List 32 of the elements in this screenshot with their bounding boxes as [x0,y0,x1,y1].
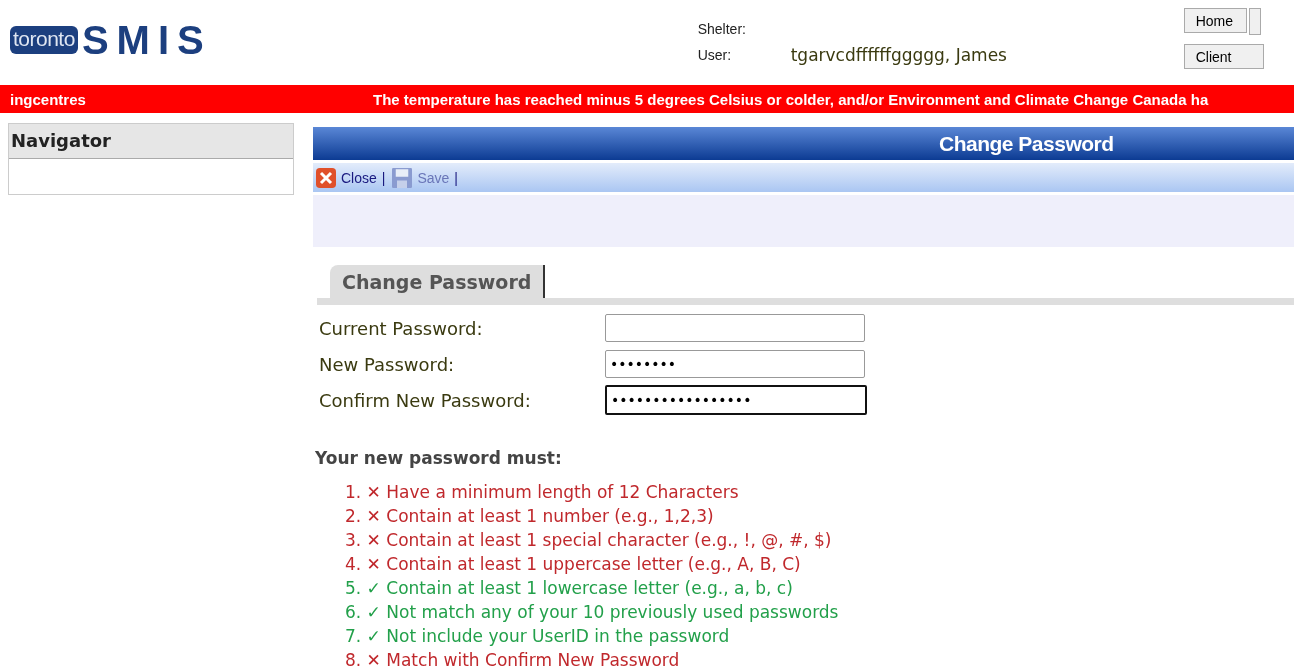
logo-text: SMIS [81,17,212,63]
password-field[interactable]: •••••••• [605,350,865,378]
logo-badge: toronto [10,26,78,54]
client-button[interactable]: Client [1183,44,1264,69]
home-button[interactable]: Home [1183,8,1247,33]
password-rule: 7. ✓ Not include your UserID in the password [345,625,731,648]
banner-text: ingcentres [10,90,87,108]
panel-title: Change Password [939,131,1114,156]
field-label: Confirm New Password: [319,389,532,411]
password-field[interactable] [605,314,865,342]
password-rule: 3. ✕ Contain at least 1 special character (e.g., !, @, #, $) [345,529,833,552]
rules-heading: Your new password must: [314,448,563,468]
password-rule: 5. ✓ Contain at least 1 lowercase letter (e.g., a, b, c) [345,577,794,600]
navigator-title: Navigator [9,123,293,159]
user-label: User: [697,47,733,63]
user-name: tgarvcdffffffggggg, James [790,45,1007,65]
password-rule: 8. ✕ Match with Confirm New Password [345,649,681,668]
separator: | [381,169,386,186]
banner-text: The temperature has reached minus 5 degrees Celsius or colder, and/or Environment and Climate Change Canada ha [373,90,1209,108]
field-label: New Password: [319,353,456,375]
separator: | [454,169,458,186]
password-rule: 6. ✓ Not match any of your 10 previously used passwords [345,601,840,624]
shelter-label: Shelter: [697,21,747,37]
close-link[interactable]: Close [341,169,377,186]
tab[interactable]: Change Password [330,265,546,298]
password-field[interactable]: ••••••••••••••••• [605,385,867,415]
header-button[interactable] [1248,8,1261,35]
password-rule: 2. ✕ Contain at least 1 number (e.g., 1,2,3) [345,505,715,528]
password-rule: 1. ✕ Have a minimum length of 12 Characters [345,481,740,504]
field-label: Current Password: [319,317,484,339]
password-rule: 4. ✕ Contain at least 1 uppercase letter (e.g., A, B, C) [345,553,802,576]
close-icon [316,167,336,188]
